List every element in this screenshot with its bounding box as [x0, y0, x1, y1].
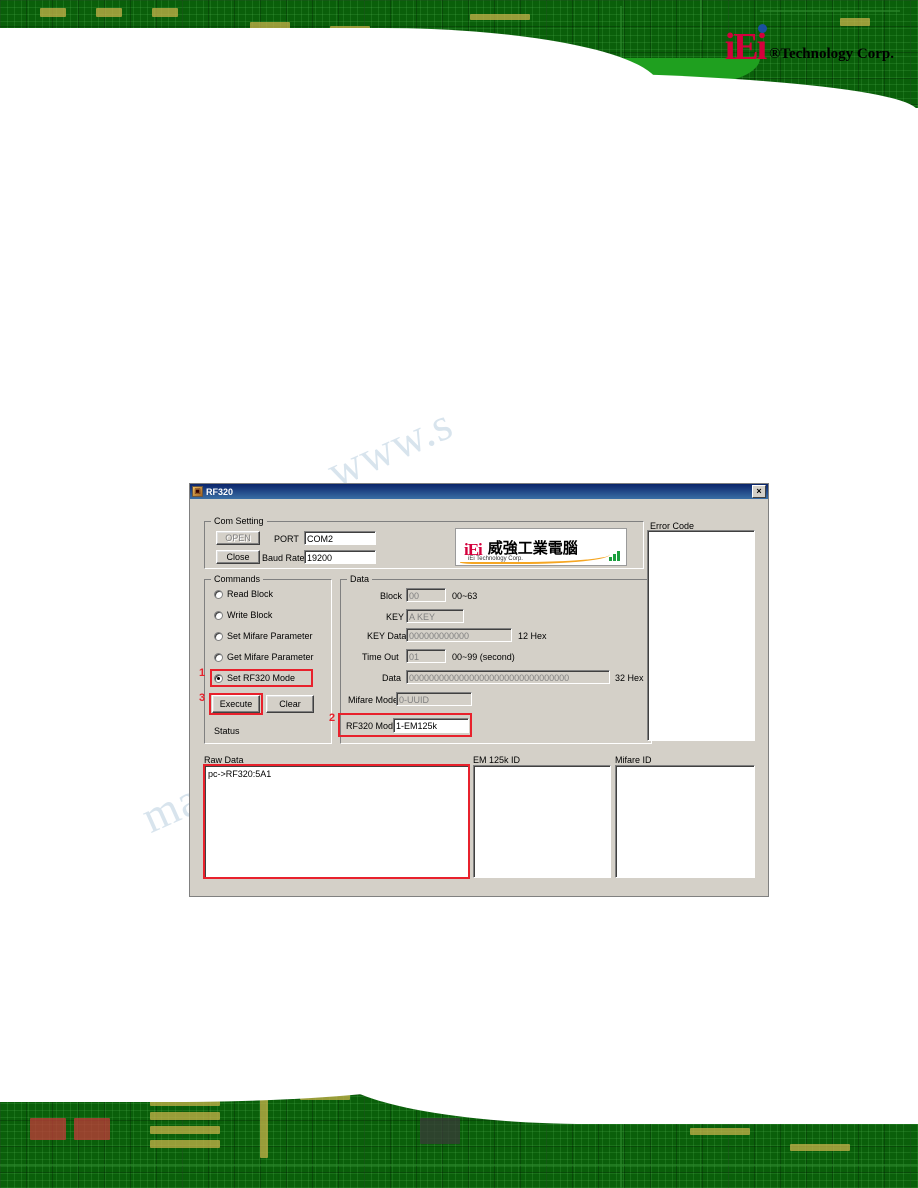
mifare-mode-select[interactable]: 0-UUID	[396, 692, 472, 706]
key-label: KEY	[386, 612, 405, 622]
error-code-list[interactable]	[647, 530, 755, 741]
mifare-id-label: Mifare ID	[615, 755, 652, 765]
highlight-execute-button	[209, 693, 263, 715]
mifare-id-output[interactable]	[615, 765, 755, 878]
app-brand-banner: iEi 威強工業電腦 iEi Technology Corp.	[455, 528, 627, 566]
radio-read-block[interactable]: Read Block	[214, 589, 273, 599]
close-button[interactable]: Close	[216, 550, 260, 564]
data-label: Data	[382, 673, 402, 683]
rf320-application-window: ▣ RF320 × Com Setting OPEN Close PORT CO…	[189, 483, 769, 897]
radio-label: Read Block	[227, 589, 274, 599]
radio-set-mifare-parameter[interactable]: Set Mifare Parameter	[214, 631, 313, 641]
highlight-raw-data	[203, 764, 470, 879]
highlight-rf320-mode-select	[338, 713, 472, 737]
step-1-marker: 1	[199, 667, 206, 679]
time-out-label: Time Out	[362, 652, 399, 662]
port-select[interactable]: COM2	[304, 531, 376, 545]
radio-get-mifare-parameter[interactable]: Get Mifare Parameter	[214, 652, 314, 662]
key-select[interactable]: A KEY	[406, 609, 464, 623]
radio-icon[interactable]	[214, 589, 223, 599]
close-icon[interactable]: ×	[752, 485, 766, 498]
highlight-set-rf320-mode	[210, 669, 313, 687]
em-125k-id-output[interactable]	[473, 765, 611, 878]
signal-bars-icon	[609, 551, 620, 561]
step-3-marker: 3	[199, 692, 206, 704]
radio-icon[interactable]	[214, 652, 223, 662]
radio-label: Get Mifare Parameter	[227, 652, 314, 662]
key-data-input[interactable]: 000000000000	[406, 628, 512, 642]
port-label: PORT	[274, 534, 299, 544]
mifare-mode-label: Mifare Mode	[348, 695, 399, 705]
em-125k-id-label: EM 125k ID	[473, 755, 521, 765]
data-hint: 32 Hex	[615, 673, 644, 683]
iei-logo: iEi ®Technology Corp.	[724, 24, 894, 68]
com-setting-caption: Com Setting	[211, 516, 267, 526]
baud-rate-label: Baud Rate	[262, 553, 305, 563]
radio-icon[interactable]	[214, 631, 223, 641]
window-title: RF320	[206, 486, 234, 497]
window-title-bar: ▣ RF320 ×	[190, 484, 768, 499]
iei-logo-text: ®Technology Corp.	[769, 46, 894, 62]
window-client-area: Com Setting OPEN Close PORT COM2 Baud Ra…	[190, 499, 768, 896]
block-hint: 00~63	[452, 591, 478, 601]
clear-button[interactable]: Clear	[266, 695, 314, 713]
bottom-decorative-banner	[0, 1068, 918, 1188]
radio-write-block[interactable]: Write Block	[214, 610, 272, 620]
commands-caption: Commands	[211, 574, 264, 584]
app-icon: ▣	[192, 486, 203, 497]
block-input[interactable]: 00	[406, 588, 446, 602]
time-out-hint: 00~99 (second)	[452, 652, 515, 662]
radio-icon[interactable]	[214, 610, 223, 620]
top-decorative-banner: iEi ®Technology Corp.	[0, 0, 918, 108]
radio-label: Set Mifare Parameter	[227, 631, 313, 641]
data-input[interactable]: 00000000000000000000000000000000	[406, 670, 610, 684]
open-button[interactable]: OPEN	[216, 531, 260, 545]
radio-label: Write Block	[227, 610, 273, 620]
iei-logo-mark: iEi	[724, 26, 767, 68]
time-out-input[interactable]: 01	[406, 649, 446, 663]
status-label: Status	[214, 726, 240, 736]
key-data-label: KEY Data	[367, 631, 407, 641]
step-2-marker: 2	[329, 712, 336, 724]
key-data-hint: 12 Hex	[518, 631, 547, 641]
block-label: Block	[380, 591, 403, 601]
baud-rate-select[interactable]: 19200	[304, 550, 376, 564]
data-group-caption: Data	[347, 574, 373, 584]
